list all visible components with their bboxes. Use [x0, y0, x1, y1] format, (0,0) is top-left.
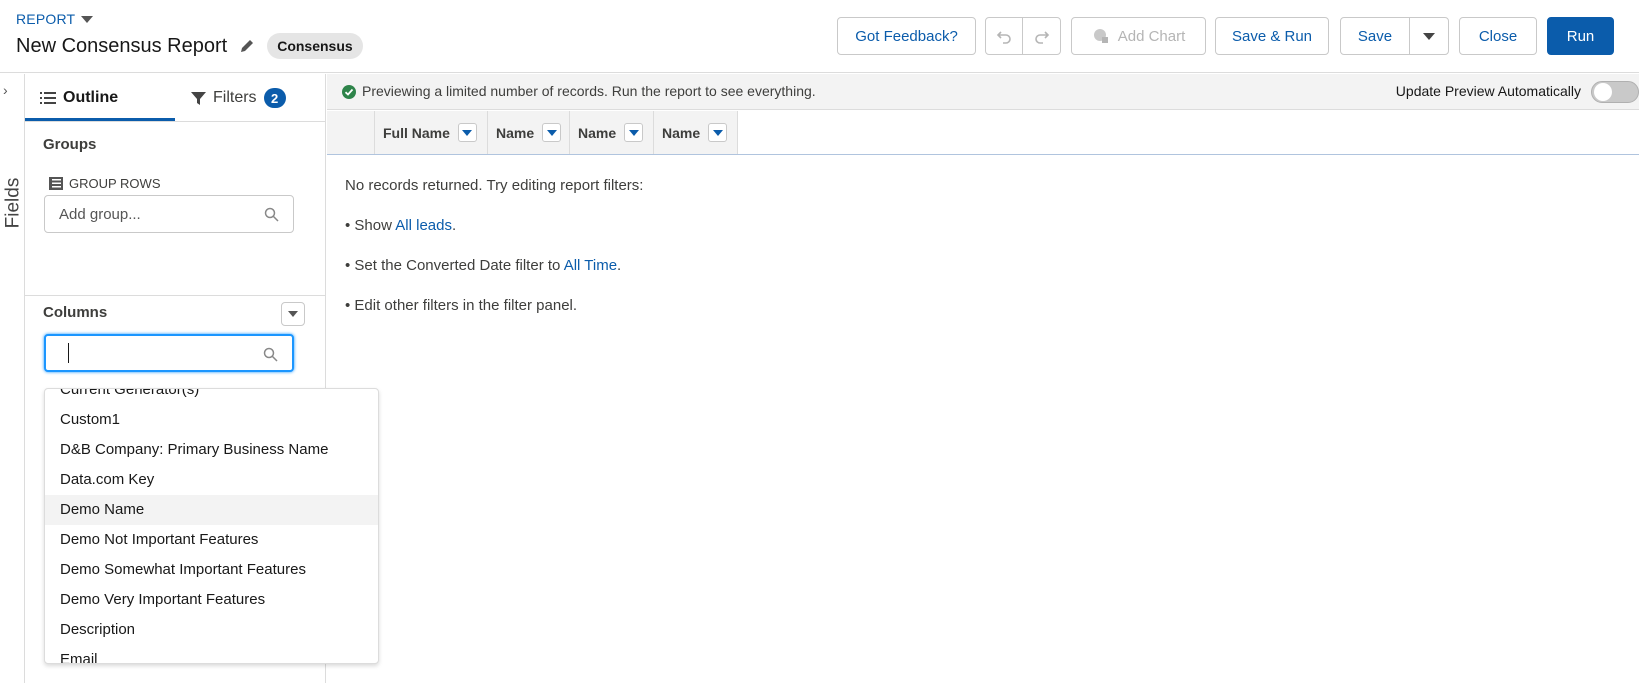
report-header: REPORT New Consensus Report Consensus Go…	[0, 0, 1639, 73]
report-type-badge: Consensus	[267, 33, 363, 59]
all-leads-link[interactable]: All leads	[395, 217, 452, 234]
column-header[interactable]: Name	[488, 111, 570, 154]
groups-heading: Groups	[43, 136, 97, 153]
column-suggestion-item[interactable]: Demo Very Important Features	[45, 585, 378, 615]
preview-info-bar: Previewing a limited number of records. …	[327, 74, 1639, 110]
column-header[interactable]: Name	[654, 111, 738, 154]
column-header-label: Name	[496, 124, 535, 141]
column-suggestions-list: Current Generator(s) Custom1 D&B Company: …	[45, 389, 378, 663]
add-group-input[interactable]: Add group...	[44, 195, 294, 233]
tab-filters-label: Filters	[213, 89, 257, 106]
empty-state-text: .	[617, 257, 622, 274]
active-tab-indicator	[25, 118, 175, 121]
column-suggestion-item[interactable]: Current Generator(s)	[45, 389, 378, 405]
column-header[interactable]: Name	[570, 111, 654, 154]
column-suggestion-item[interactable]: Demo Somewhat Important Features	[45, 555, 378, 585]
filters-count-badge: 2	[263, 88, 286, 108]
rows-icon	[49, 177, 63, 190]
report-label: REPORT	[16, 11, 76, 27]
auto-update-toggle[interactable]	[1591, 81, 1639, 103]
preview-message: Previewing a limited number of records. …	[362, 83, 816, 99]
panel-tabs: Outline Filters 2	[25, 74, 326, 122]
empty-state-text: • Show	[345, 217, 396, 234]
search-icon	[263, 347, 278, 362]
undo-icon[interactable]	[986, 18, 1023, 54]
success-check-icon	[342, 85, 356, 99]
column-menu-button[interactable]	[708, 123, 728, 142]
save-button[interactable]: Save	[1340, 17, 1410, 55]
empty-state-text: • Set the Converted Date filter to	[345, 257, 564, 274]
column-header[interactable]: Full Name	[375, 111, 488, 154]
empty-state-text: .	[451, 217, 457, 234]
columns-menu-button[interactable]	[281, 302, 305, 326]
chart-gear-icon	[1093, 29, 1108, 43]
caret-down-icon	[1423, 32, 1435, 40]
chevron-right-icon[interactable]: ›	[3, 82, 8, 98]
columns-heading: Columns	[43, 304, 108, 321]
empty-state-line: • Show All leads.	[345, 217, 456, 234]
report-type-menu[interactable]: REPORT	[16, 11, 94, 27]
toggle-knob	[1594, 83, 1612, 101]
tab-outline-label: Outline	[63, 89, 119, 106]
column-menu-button[interactable]	[542, 123, 562, 142]
row-number-header	[327, 111, 375, 154]
column-suggestion-item[interactable]: Description	[45, 615, 378, 645]
got-feedback-button[interactable]: Got Feedback?	[837, 17, 976, 55]
undo-redo-group	[985, 17, 1061, 55]
save-options-button[interactable]	[1409, 17, 1449, 55]
save-run-button[interactable]: Save & Run	[1215, 17, 1329, 55]
text-cursor	[68, 343, 69, 363]
column-header-label: Name	[662, 124, 701, 141]
add-group-placeholder: Add group...	[59, 205, 141, 223]
column-suggestion-item[interactable]: Data.com Key	[45, 465, 378, 495]
empty-state-line: • Edit other filters in the filter panel…	[345, 297, 578, 314]
edit-pencil-icon[interactable]	[239, 38, 255, 54]
caret-down-icon	[288, 311, 298, 317]
close-button[interactable]: Close	[1459, 17, 1537, 55]
filter-icon	[191, 91, 206, 105]
caret-down-icon	[712, 129, 723, 136]
caret-down-icon	[546, 129, 557, 136]
column-menu-button[interactable]	[457, 123, 477, 142]
column-header-label: Full Name	[383, 124, 450, 141]
column-header-label: Name	[578, 124, 617, 141]
column-suggestion-item[interactable]: Demo Not Important Features	[45, 525, 378, 555]
empty-state-line: • Set the Converted Date filter to All T…	[345, 257, 621, 274]
all-time-link[interactable]: All Time	[564, 257, 617, 274]
add-column-input[interactable]	[44, 334, 294, 372]
column-suggestion-item[interactable]: Custom1	[45, 405, 378, 435]
list-icon	[40, 92, 56, 104]
column-suggestion-item[interactable]: D&B Company: Primary Business Name	[45, 435, 378, 465]
caret-down-icon	[81, 15, 94, 23]
column-header-row: Full Name Name Name Name	[327, 111, 1639, 155]
add-chart-label: Add Chart	[1117, 27, 1186, 45]
column-suggestions-dropdown[interactable]: Current Generator(s) Custom1 D&B Company: …	[44, 388, 379, 664]
search-icon	[264, 207, 279, 222]
caret-down-icon	[628, 129, 639, 136]
caret-down-icon	[462, 129, 473, 136]
tab-filters[interactable]: Filters 2	[191, 74, 286, 122]
run-button[interactable]: Run	[1547, 17, 1614, 55]
column-menu-button[interactable]	[624, 123, 644, 142]
section-divider	[25, 295, 326, 296]
fields-rail-label: Fields	[2, 177, 24, 229]
empty-state-intro: No records returned. Try editing report …	[345, 177, 644, 194]
add-chart-button[interactable]: Add Chart	[1071, 17, 1206, 55]
tab-outline[interactable]: Outline	[40, 74, 118, 122]
column-suggestion-item[interactable]: Demo Name	[45, 495, 378, 525]
fields-rail[interactable]: › Fields	[0, 74, 25, 683]
redo-icon[interactable]	[1023, 18, 1060, 54]
group-rows-label: GROUP ROWS	[49, 176, 161, 191]
group-rows-text: GROUP ROWS	[69, 176, 161, 191]
column-suggestion-item[interactable]: Email	[45, 645, 378, 663]
report-title: New Consensus Report	[16, 34, 228, 57]
auto-update-label: Update Preview Automatically	[1395, 83, 1581, 99]
